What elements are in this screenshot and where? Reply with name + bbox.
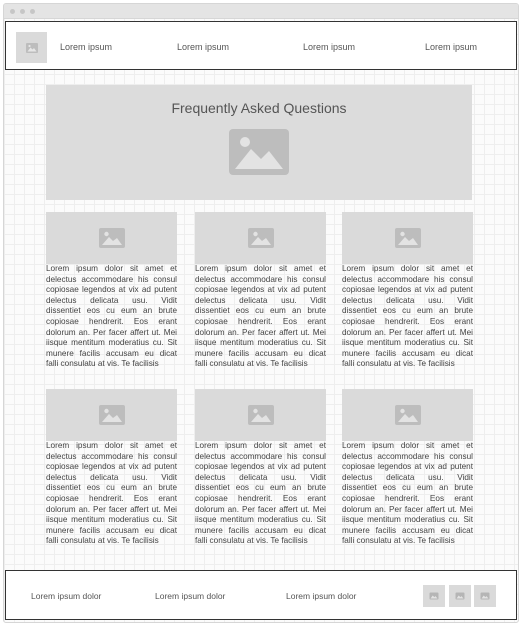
card-image	[46, 212, 177, 264]
nav-link-3[interactable]: Lorem ipsum	[303, 42, 355, 52]
faq-card: Lorem ipsum dolor sit amet et delectus a…	[342, 212, 473, 370]
image-placeholder-icon	[247, 405, 274, 425]
image-placeholder-icon	[394, 228, 421, 248]
hero-banner: Frequently Asked Questions	[46, 85, 472, 200]
social-icon-button[interactable]	[423, 585, 445, 607]
browser-window: Lorem ipsum Lorem ipsum Lorem ipsum Lore…	[3, 3, 519, 623]
window-control-dot[interactable]	[10, 9, 15, 14]
faq-card: Lorem ipsum dolor sit amet et delectus a…	[342, 389, 473, 547]
card-image	[342, 389, 473, 441]
site-header: Lorem ipsum Lorem ipsum Lorem ipsum Lore…	[5, 21, 517, 70]
faq-card: Lorem ipsum dolor sit amet et delectus a…	[46, 389, 177, 547]
card-text: Lorem ipsum dolor sit amet et delectus a…	[195, 264, 326, 369]
site-footer: Lorem ipsum dolor Lorem ipsum dolor Lore…	[5, 570, 517, 620]
image-placeholder-icon	[455, 592, 465, 600]
image-placeholder-icon	[25, 42, 38, 53]
card-text: Lorem ipsum dolor sit amet et delectus a…	[195, 441, 326, 546]
faq-card: Lorem ipsum dolor sit amet et delectus a…	[195, 212, 326, 370]
image-placeholder-icon	[247, 228, 274, 248]
faq-card: Lorem ipsum dolor sit amet et delectus a…	[195, 389, 326, 547]
social-icon-button[interactable]	[474, 585, 496, 607]
window-control-dot[interactable]	[20, 9, 25, 14]
image-placeholder-icon	[429, 592, 439, 600]
card-image	[195, 389, 326, 441]
social-icon-button[interactable]	[449, 585, 471, 607]
logo[interactable]	[16, 32, 47, 63]
footer-link-1[interactable]: Lorem ipsum dolor	[31, 591, 101, 601]
card-text: Lorem ipsum dolor sit amet et delectus a…	[342, 264, 473, 369]
page-title: Frequently Asked Questions	[171, 100, 347, 116]
image-placeholder-icon	[229, 128, 289, 175]
nav-link-4[interactable]: Lorem ipsum	[425, 42, 477, 52]
nav-link-2[interactable]: Lorem ipsum	[177, 42, 229, 52]
faq-card: Lorem ipsum dolor sit amet et delectus a…	[46, 212, 177, 370]
nav-link-1[interactable]: Lorem ipsum	[60, 42, 112, 52]
card-image	[46, 389, 177, 441]
image-placeholder-icon	[98, 405, 125, 425]
footer-link-3[interactable]: Lorem ipsum dolor	[286, 591, 356, 601]
image-placeholder-icon	[98, 228, 125, 248]
card-image	[195, 212, 326, 264]
window-control-dot[interactable]	[30, 9, 35, 14]
footer-link-2[interactable]: Lorem ipsum dolor	[155, 591, 225, 601]
image-placeholder-icon	[480, 592, 490, 600]
card-text: Lorem ipsum dolor sit amet et delectus a…	[46, 264, 177, 369]
card-text: Lorem ipsum dolor sit amet et delectus a…	[46, 441, 177, 546]
window-titlebar	[4, 4, 518, 19]
card-image	[342, 212, 473, 264]
card-text: Lorem ipsum dolor sit amet et delectus a…	[342, 441, 473, 546]
image-placeholder-icon	[394, 405, 421, 425]
